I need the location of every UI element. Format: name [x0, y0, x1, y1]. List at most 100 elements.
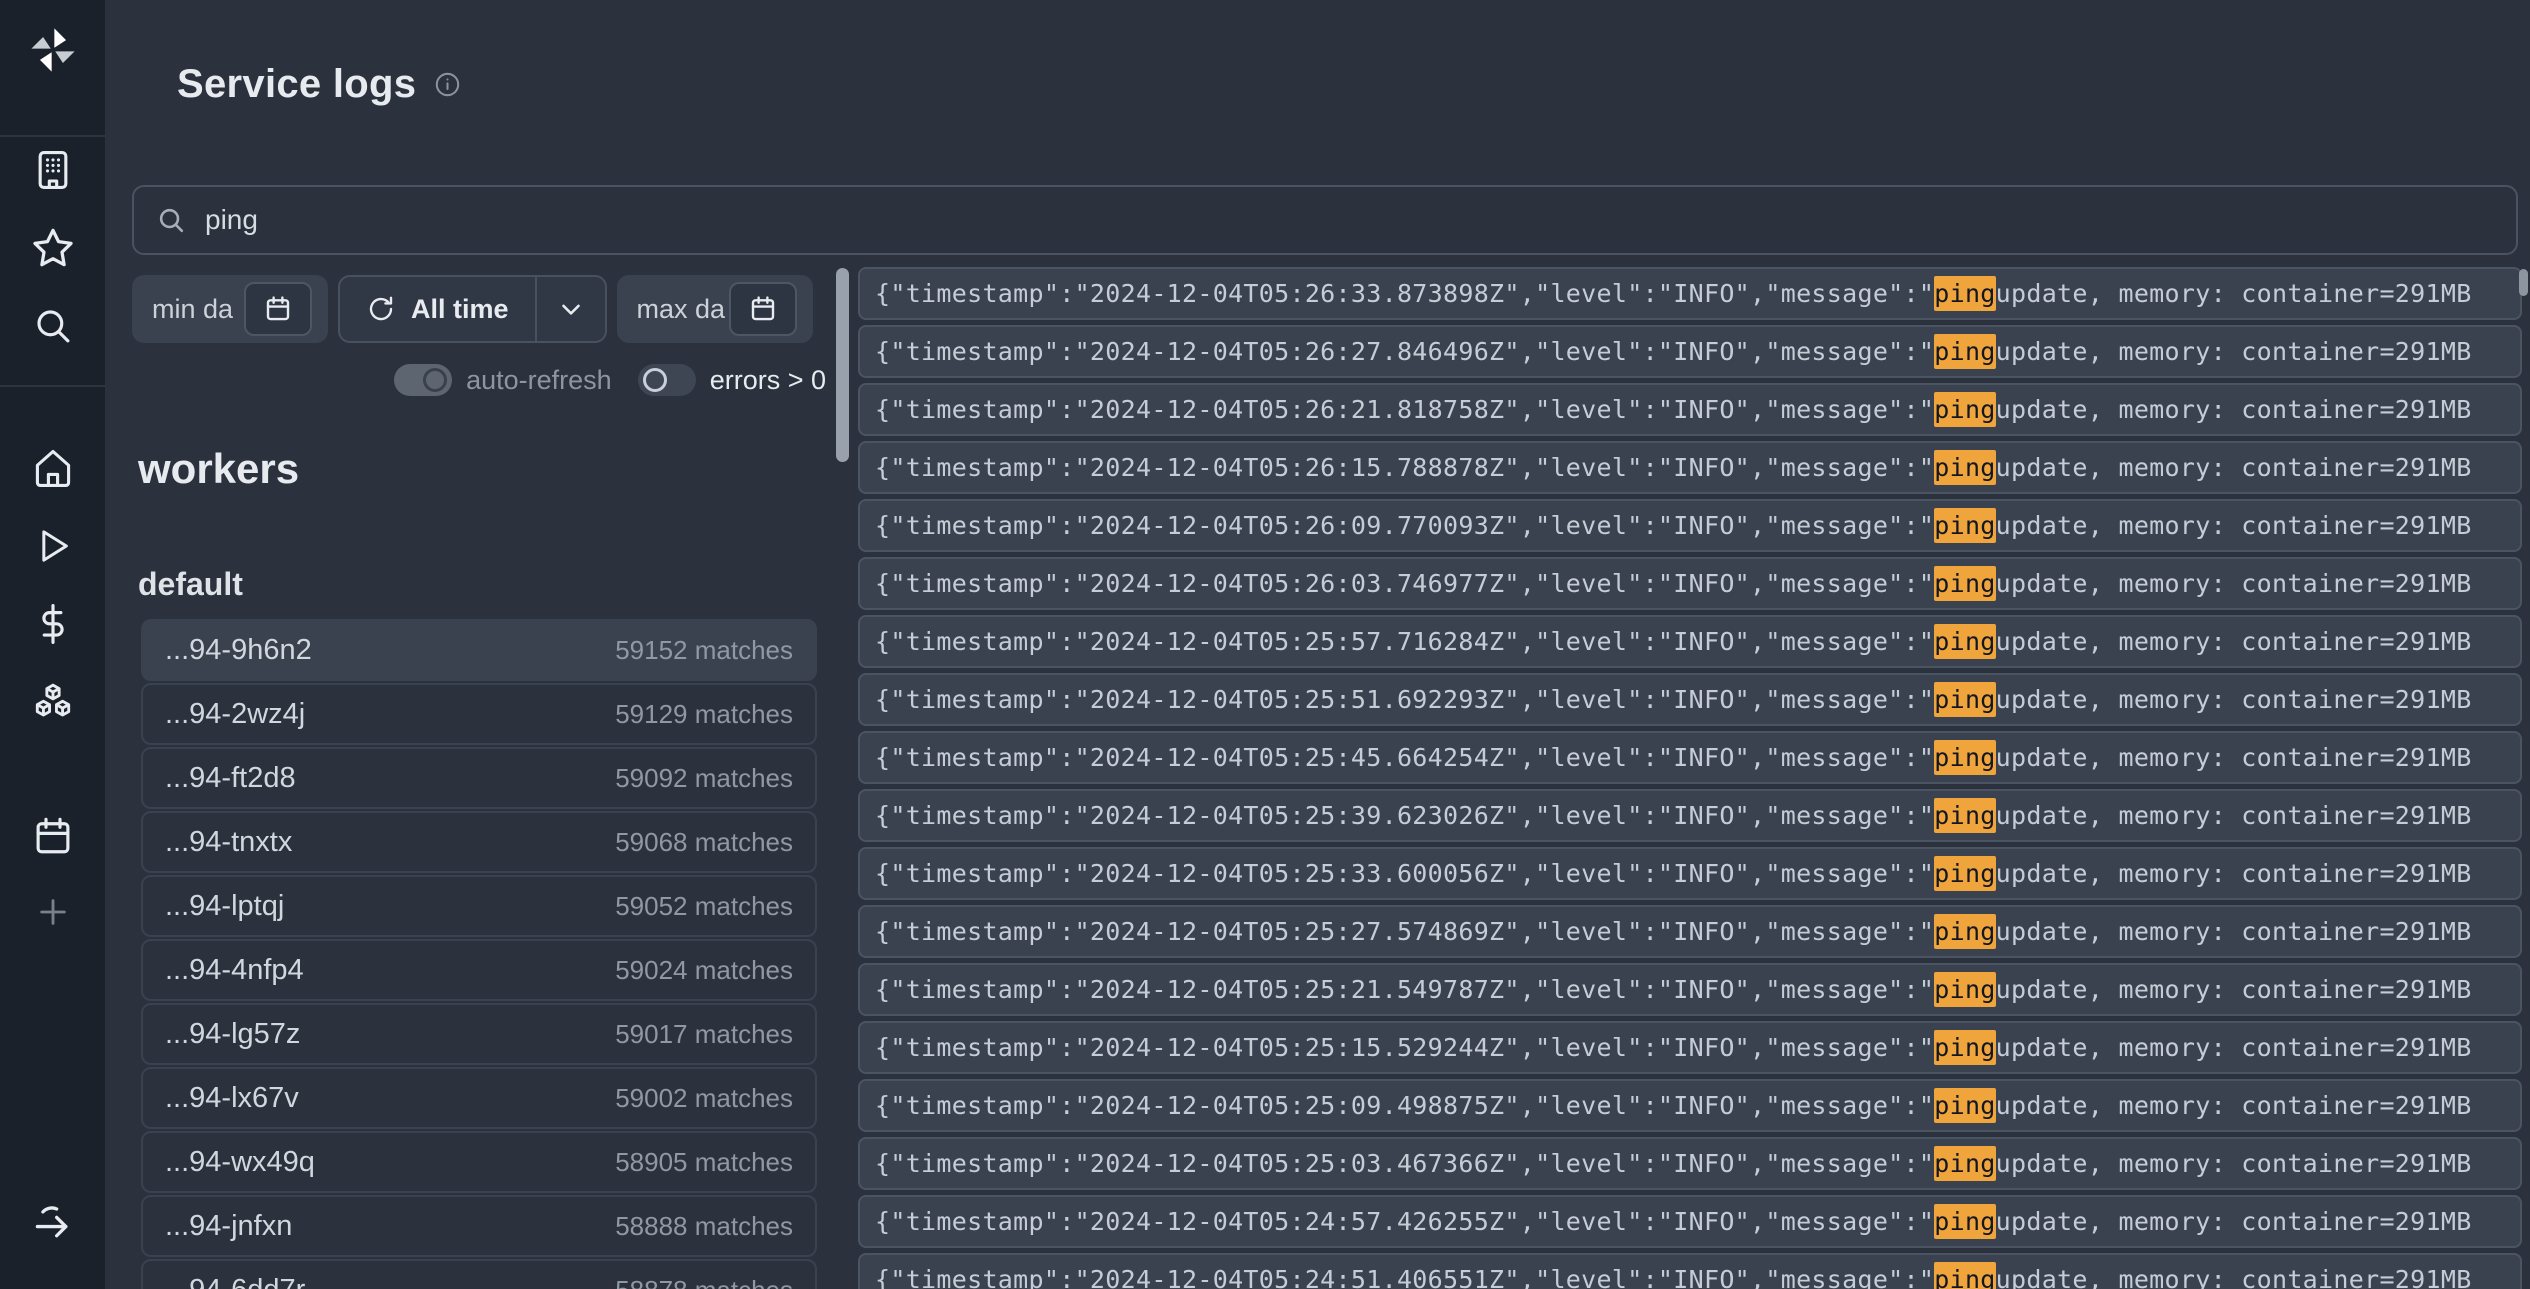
worker-id: ...94-ft2d8 — [165, 762, 296, 795]
left-column: All time — [132, 275, 836, 1289]
search-match-highlight: ping — [1934, 276, 1995, 311]
worker-list-item[interactable]: ...94-lx67v 59002 matches — [141, 1067, 817, 1129]
sidebar-divider — [0, 385, 105, 387]
errors-filter-control: errors > 0 — [638, 364, 826, 396]
log-text-after: update, memory: container=291MB — [1996, 1033, 2472, 1062]
worker-list-item[interactable]: ...94-lg57z 59017 matches — [141, 1003, 817, 1065]
log-row: {"timestamp":"2024-12-04T05:26:09.770093… — [858, 499, 2522, 552]
log-text-before: {"timestamp":"2024-12-04T05:26:27.846496… — [875, 337, 1934, 366]
log-text-before: {"timestamp":"2024-12-04T05:24:51.406551… — [875, 1265, 1934, 1289]
max-date-field — [617, 275, 813, 343]
time-range-button[interactable]: All time — [340, 277, 535, 341]
favorites-star-icon[interactable] — [29, 225, 77, 271]
worker-id: ...94-6dd7r — [165, 1274, 305, 1289]
worker-list-item[interactable]: ...94-tnxtx 59068 matches — [141, 811, 817, 873]
log-row: {"timestamp":"2024-12-04T05:26:21.818758… — [858, 383, 2522, 436]
add-plus-icon[interactable] — [29, 889, 77, 935]
time-range-control: All time — [338, 275, 607, 343]
resources-boxes-icon[interactable] — [29, 679, 77, 725]
worker-list-item[interactable]: ...94-jnfxn 58888 matches — [141, 1195, 817, 1257]
log-row: {"timestamp":"2024-12-04T05:26:27.846496… — [858, 325, 2522, 378]
log-text-after: update, memory: container=291MB — [1996, 801, 2472, 830]
auto-refresh-label: auto-refresh — [466, 365, 612, 396]
worker-list-item[interactable]: ...94-ft2d8 59092 matches — [141, 747, 817, 809]
min-date-input[interactable] — [152, 294, 252, 325]
log-row: {"timestamp":"2024-12-04T05:25:51.692293… — [858, 673, 2522, 726]
search-match-highlight: ping — [1934, 1030, 1995, 1065]
worker-list-item[interactable]: ...94-9h6n2 59152 matches — [141, 619, 817, 681]
expand-sidebar-arrow-icon[interactable] — [29, 1199, 77, 1245]
log-text-after: update, memory: container=291MB — [1996, 1091, 2472, 1120]
worker-match-count: 59152 matches — [615, 635, 793, 666]
worker-match-count: 59017 matches — [615, 1019, 793, 1050]
search-icon — [156, 205, 187, 236]
max-date-calendar-icon[interactable] — [729, 282, 797, 336]
log-text-before: {"timestamp":"2024-12-04T05:25:03.467366… — [875, 1149, 1934, 1178]
errors-toggle[interactable] — [638, 364, 696, 396]
search-match-highlight: ping — [1934, 450, 1995, 485]
sidebar-divider — [0, 135, 105, 137]
worker-match-count: 58888 matches — [615, 1211, 793, 1242]
log-text-after: update, memory: container=291MB — [1996, 859, 2472, 888]
log-text-after: update, memory: container=291MB — [1996, 685, 2472, 714]
log-text-before: {"timestamp":"2024-12-04T05:26:15.788878… — [875, 453, 1934, 482]
log-row: {"timestamp":"2024-12-04T05:25:45.664254… — [858, 731, 2522, 784]
worker-id: ...94-2wz4j — [165, 698, 305, 731]
worker-id: ...94-lg57z — [165, 1018, 300, 1051]
search-match-highlight: ping — [1934, 334, 1995, 369]
worker-id: ...94-lx67v — [165, 1082, 299, 1115]
worker-id: ...94-jnfxn — [165, 1210, 292, 1243]
worker-list-item[interactable]: ...94-wx49q 58905 matches — [141, 1131, 817, 1193]
toggles-row: auto-refresh errors > 0 — [132, 359, 836, 401]
max-date-input[interactable] — [637, 294, 737, 325]
log-row: {"timestamp":"2024-12-04T05:25:15.529244… — [858, 1021, 2522, 1074]
log-row: {"timestamp":"2024-12-04T05:26:03.746977… — [858, 557, 2522, 610]
min-date-calendar-icon[interactable] — [244, 282, 312, 336]
worker-id: ...94-4nfp4 — [165, 954, 304, 987]
auto-refresh-toggle[interactable] — [394, 364, 452, 396]
search-match-highlight: ping — [1934, 1204, 1995, 1239]
info-icon[interactable] — [434, 71, 461, 98]
worker-match-count: 59068 matches — [615, 827, 793, 858]
log-text-before: {"timestamp":"2024-12-04T05:25:57.716284… — [875, 627, 1934, 656]
log-text-after: update, memory: container=291MB — [1996, 1149, 2472, 1178]
log-text-before: {"timestamp":"2024-12-04T05:25:21.549787… — [875, 975, 1934, 1004]
log-text-after: update, memory: container=291MB — [1996, 279, 2472, 308]
toggle-knob — [423, 368, 447, 392]
filters-row: All time — [132, 275, 836, 343]
log-text-after: update, memory: container=291MB — [1996, 627, 2472, 656]
worker-match-count: 59024 matches — [615, 955, 793, 986]
runs-play-icon[interactable] — [29, 523, 77, 569]
windmill-logo-icon[interactable] — [26, 20, 80, 80]
worker-match-count: 58878 matches — [615, 1275, 793, 1289]
worker-match-count: 59002 matches — [615, 1083, 793, 1114]
home-icon[interactable] — [29, 445, 77, 491]
log-search-box — [132, 185, 2518, 255]
log-text-after: update, memory: container=291MB — [1996, 1207, 2472, 1236]
worker-list-item[interactable]: ...94-6dd7r 58878 matches — [141, 1259, 817, 1289]
time-range-chevron-down-icon[interactable] — [537, 277, 605, 341]
log-text-before: {"timestamp":"2024-12-04T05:26:09.770093… — [875, 511, 1934, 540]
log-text-after: update, memory: container=291MB — [1996, 917, 2472, 946]
search-input[interactable] — [205, 204, 2494, 236]
log-text-before: {"timestamp":"2024-12-04T05:26:33.873898… — [875, 279, 1934, 308]
worker-match-count: 59092 matches — [615, 763, 793, 794]
log-text-after: update, memory: container=291MB — [1996, 337, 2472, 366]
worker-list-item[interactable]: ...94-4nfp4 59024 matches — [141, 939, 817, 1001]
worker-list-item[interactable]: ...94-2wz4j 59129 matches — [141, 683, 817, 745]
log-row: {"timestamp":"2024-12-04T05:25:57.716284… — [858, 615, 2522, 668]
log-text-after: update, memory: container=291MB — [1996, 1265, 2472, 1289]
search-icon[interactable] — [29, 303, 77, 349]
log-scrollbar-left-thumb[interactable] — [836, 268, 849, 462]
log-row: {"timestamp":"2024-12-04T05:25:39.623026… — [858, 789, 2522, 842]
schedules-calendar-icon[interactable] — [29, 813, 77, 859]
worker-list-item[interactable]: ...94-lptqj 59052 matches — [141, 875, 817, 937]
log-scrollbar-right-thumb[interactable] — [2519, 269, 2528, 296]
workspace-building-icon[interactable] — [29, 147, 77, 193]
log-text-before: {"timestamp":"2024-12-04T05:25:33.600056… — [875, 859, 1934, 888]
workers-heading: workers — [138, 445, 836, 493]
search-match-highlight: ping — [1934, 508, 1995, 543]
variables-dollar-icon[interactable] — [29, 601, 77, 647]
log-text-before: {"timestamp":"2024-12-04T05:25:09.498875… — [875, 1091, 1934, 1120]
page-header: Service logs — [177, 58, 2530, 110]
